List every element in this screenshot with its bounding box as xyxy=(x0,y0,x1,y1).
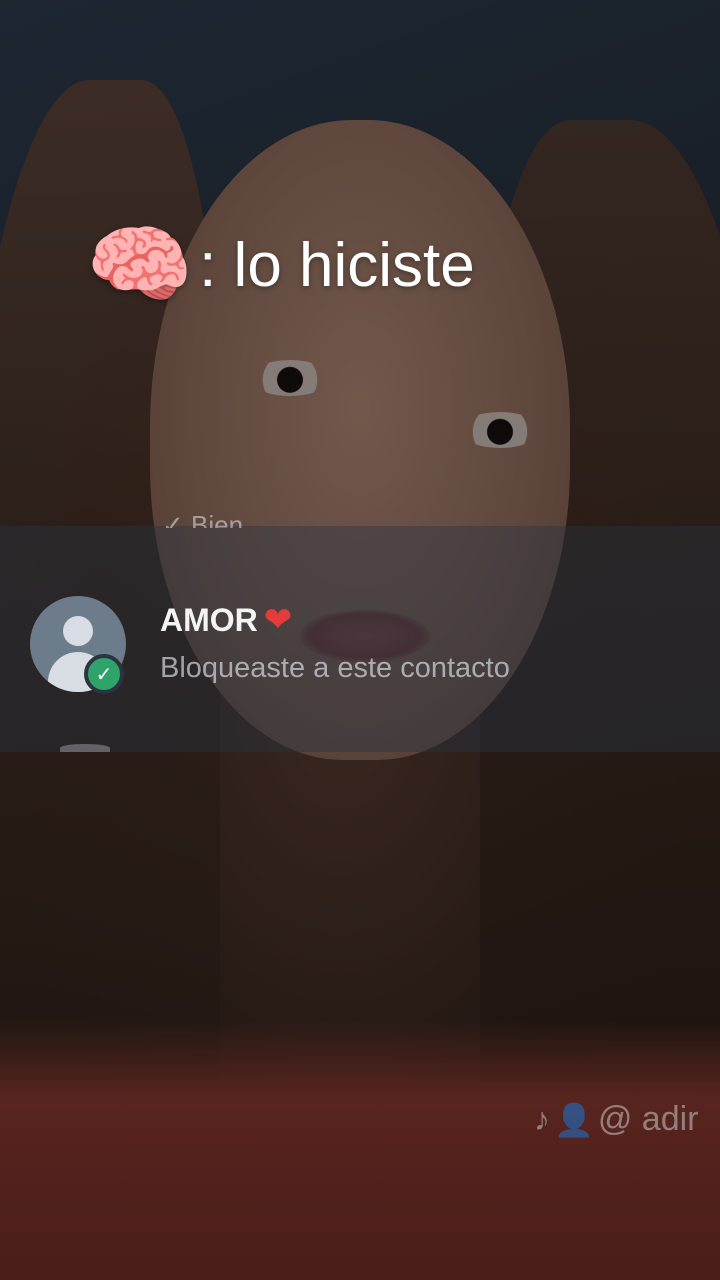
heart-icon: ❤ xyxy=(263,601,293,639)
check-icon: ✓ xyxy=(84,654,124,694)
tiktok-icon: ♪ xyxy=(534,1101,550,1137)
watermark-handle: @ adir xyxy=(597,1100,699,1138)
brain-icon: 🧠 xyxy=(86,217,194,313)
caption-text: : lo hiciste xyxy=(199,230,475,300)
chat-last-message: Bloqueaste a este contacto xyxy=(160,652,510,684)
video-frame: 🧠 : lo hiciste ✓ Bien ✓ AMOR ❤ Bloqueaste… xyxy=(0,0,720,1280)
previous-chat-preview: ✓ Bien xyxy=(162,510,244,528)
tiktok-watermark: ♪ 👤 @ adir xyxy=(534,1100,699,1139)
person-icon: 👤 xyxy=(554,1101,594,1138)
next-row-avatar-partial xyxy=(60,744,110,752)
caption: 🧠 : lo hiciste xyxy=(86,222,475,308)
chat-name-text: AMOR xyxy=(160,602,258,638)
chat-row-amor[interactable]: ✓ AMOR ❤ Bloqueaste a este contacto xyxy=(0,590,720,700)
chat-name: AMOR ❤ xyxy=(160,600,292,640)
